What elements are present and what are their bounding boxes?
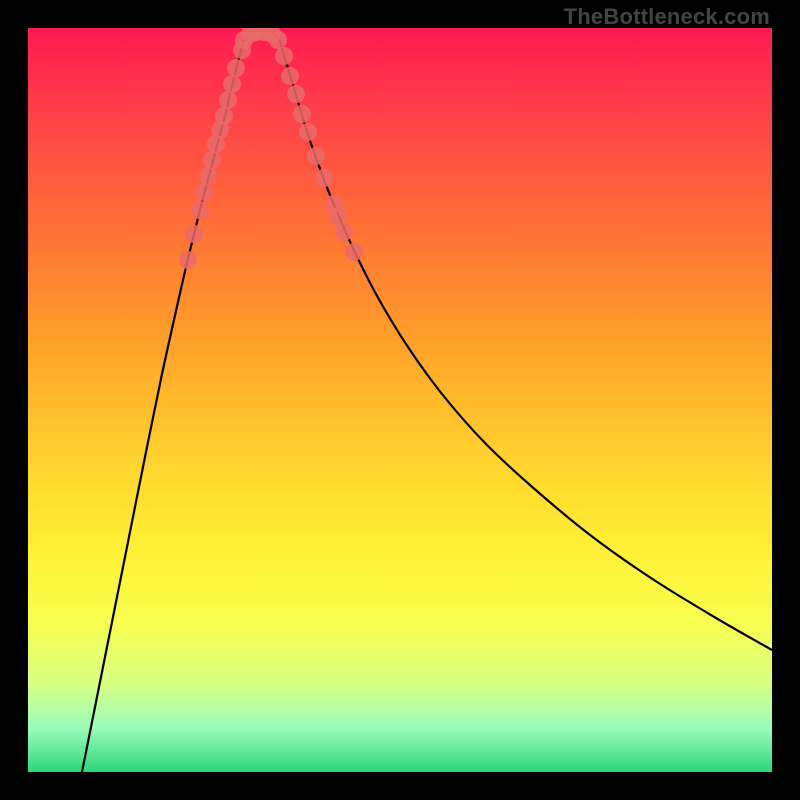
chart-frame: TheBottleneck.com [0,0,800,800]
data-dot [179,251,197,269]
data-dot [185,225,203,243]
data-dot [315,169,333,187]
data-dot [199,167,217,185]
data-dot [335,223,353,241]
data-dot [345,243,363,261]
data-dot [307,147,325,165]
data-dot [269,31,287,49]
data-dot [191,201,209,219]
data-dot [329,207,347,225]
chart-svg [28,28,772,772]
data-dot [287,85,305,103]
data-dot [215,107,233,125]
watermark-text: TheBottleneck.com [564,4,770,30]
data-dot [293,105,311,123]
data-dot [223,75,241,93]
data-dot [299,123,317,141]
scatter-dots [179,28,363,269]
curve-group [82,31,772,772]
data-dot [275,47,293,65]
data-dot [195,183,213,201]
data-dot [281,67,299,85]
data-dot [203,151,221,169]
data-dot [227,59,245,77]
data-dot [219,91,237,109]
bottleneck-curve [82,31,772,772]
plot-area [28,28,772,772]
